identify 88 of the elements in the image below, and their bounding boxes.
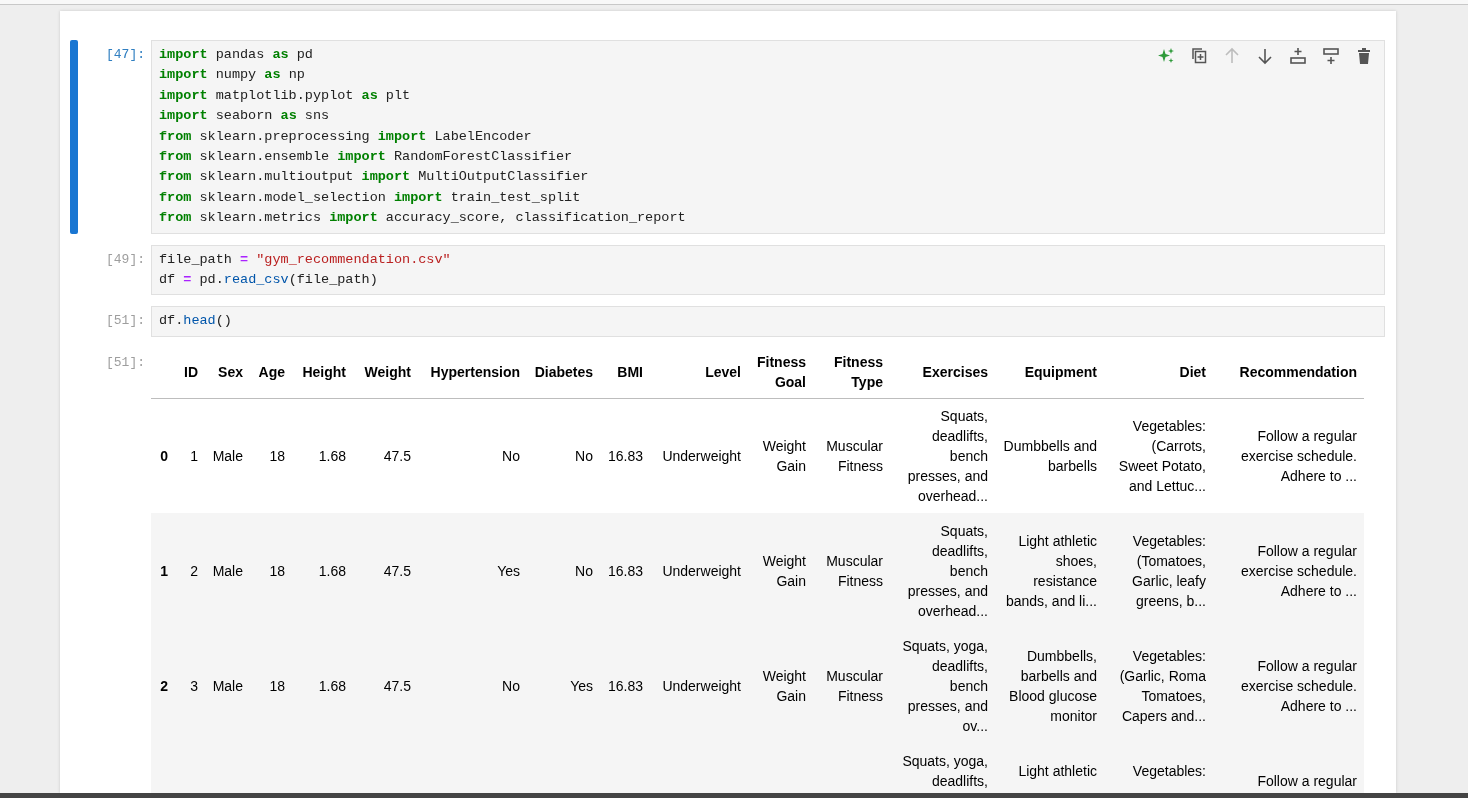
table-cell: Male: [205, 513, 250, 629]
execution-prompt: [51]:: [106, 312, 145, 330]
code-editor[interactable]: df.head(): [151, 306, 1385, 337]
table-cell: Underweight: [650, 628, 748, 744]
code-editor[interactable]: [151, 40, 1385, 234]
table-cell: 47.5: [353, 513, 418, 629]
column-header: Hypertension: [418, 347, 527, 399]
table-cell: Muscular Fitness: [813, 628, 890, 744]
table-cell: Underweight: [650, 398, 748, 514]
table-cell: Squats, yoga, deadlifts,: [890, 743, 995, 793]
table-cell: 1.68: [292, 398, 353, 514]
table-cell: 47.5: [353, 628, 418, 744]
table-cell: Dumbbells, barbells and Blood glucose monitor: [995, 628, 1104, 744]
code-line: import numpy as np: [159, 66, 305, 85]
table-cell: 18: [250, 398, 292, 514]
column-header: ID: [175, 347, 205, 399]
table-cell: 1.68: [292, 513, 353, 629]
code-line: df = pd.read_csv(file_path): [159, 271, 378, 290]
table-cell: Weight Gain: [748, 513, 813, 629]
column-header: Age: [250, 347, 292, 399]
table-cell: Follow a regular: [1213, 743, 1364, 793]
column-header: Height: [292, 347, 353, 399]
table-cell: 1: [175, 398, 205, 514]
column-header: Equipment: [995, 347, 1104, 399]
column-header: Fitness Type: [813, 347, 890, 399]
column-header: Level: [650, 347, 748, 399]
code-line: from sklearn.ensemble import RandomForestClassifier: [159, 148, 573, 167]
table-cell: Follow a regular exercise schedule. Adhere to ...: [1213, 398, 1364, 514]
table-cell: Vegetables: (Tomatoes, Garlic, leafy greens, b...: [1104, 513, 1213, 629]
table-cell: Vegetables: (Carrots, Sweet Potato, and Lettuc...: [1104, 398, 1213, 514]
table-cell: Underweight: [650, 513, 748, 629]
table-cell: Follow a regular exercise schedule. Adhere to ...: [1213, 628, 1364, 744]
insert-above-icon[interactable]: [1287, 45, 1308, 66]
execution-prompt: [47]:: [106, 46, 145, 63]
row-index: 2: [151, 628, 175, 744]
table-cell: Yes: [527, 628, 600, 744]
column-header: Diabetes: [527, 347, 600, 399]
table-cell: 3: [175, 628, 205, 744]
table-cell: Light athletic: [995, 743, 1104, 793]
column-header: Diet: [1104, 347, 1213, 399]
table-cell: 18: [250, 513, 292, 629]
row-index: 0: [151, 398, 175, 514]
code-line: import matplotlib.pyplot as plt: [159, 86, 411, 105]
table-cell: No: [527, 513, 600, 629]
code-line: df.head(): [159, 312, 232, 331]
column-header: Recommendation: [1213, 347, 1364, 399]
table-cell: Muscular Fitness: [813, 513, 890, 629]
table-cell: Squats, deadlifts, bench presses, and overhead...: [890, 513, 995, 629]
table-cell: 1.68: [292, 628, 353, 744]
insert-below-icon[interactable]: [1320, 45, 1341, 66]
code-line: import pandas as pd: [159, 46, 313, 64]
table-cell: Weight Gain: [748, 628, 813, 744]
table-cell: 16.83: [600, 628, 650, 744]
table-cell: Male: [205, 398, 250, 514]
table-cell: Vegetables: (Garlic, Roma Tomatoes, Capers and...: [1104, 628, 1213, 744]
column-header: Sex: [205, 347, 250, 399]
column-header: Weight: [353, 347, 418, 399]
table-cell: No: [418, 628, 527, 744]
execution-prompt: [49]:: [106, 250, 145, 268]
table-cell: 18: [250, 628, 292, 744]
table-cell: Light athletic shoes, resistance bands, and li...: [995, 513, 1104, 629]
code-line: from sklearn.model_selection import train_test_split: [159, 188, 581, 207]
table-cell: Squats, deadlifts, bench presses, and overhead...: [890, 398, 995, 514]
table-cell: 47.5: [353, 398, 418, 514]
table-cell: Muscular Fitness: [813, 398, 890, 514]
code-editor[interactable]: file_path = "gym_recommendation.csv" df = pd.read_csv(file_path): [151, 244, 1385, 296]
code-line: from sklearn.preprocessing import LabelEncoder: [159, 127, 532, 146]
code-line: import seaborn as sns: [159, 107, 330, 126]
table-cell: Weight Gain: [748, 398, 813, 514]
table-cell: No: [527, 398, 600, 514]
table-cell: Male: [205, 628, 250, 744]
code-line: from sklearn.multioutput import MultiOutputClassifier: [159, 168, 589, 187]
code-line: from sklearn.metrics import accuracy_score, classification_report: [159, 209, 686, 228]
row-index: 1: [151, 513, 175, 629]
table-cell: Follow a regular exercise schedule. Adhere to ...: [1213, 513, 1364, 629]
table-cell: Yes: [418, 513, 527, 629]
column-header: Fitness Goal: [748, 347, 813, 399]
output-prompt: [51]:: [106, 353, 145, 371]
table-cell: No: [418, 398, 527, 514]
column-header: Exercises: [890, 347, 995, 399]
table-cell: Dumbbells and barbells: [995, 398, 1104, 514]
table-cell: 16.83: [600, 398, 650, 514]
column-header: BMI: [600, 347, 650, 399]
table-cell: 2: [175, 513, 205, 629]
table-cell: 16.83: [600, 513, 650, 629]
table-cell: Squats, yoga, deadlifts, bench presses, and ov...: [890, 628, 995, 744]
table-cell: Vegetables:: [1104, 743, 1213, 793]
code-line: file_path = "gym_recommendation.csv": [159, 250, 451, 269]
